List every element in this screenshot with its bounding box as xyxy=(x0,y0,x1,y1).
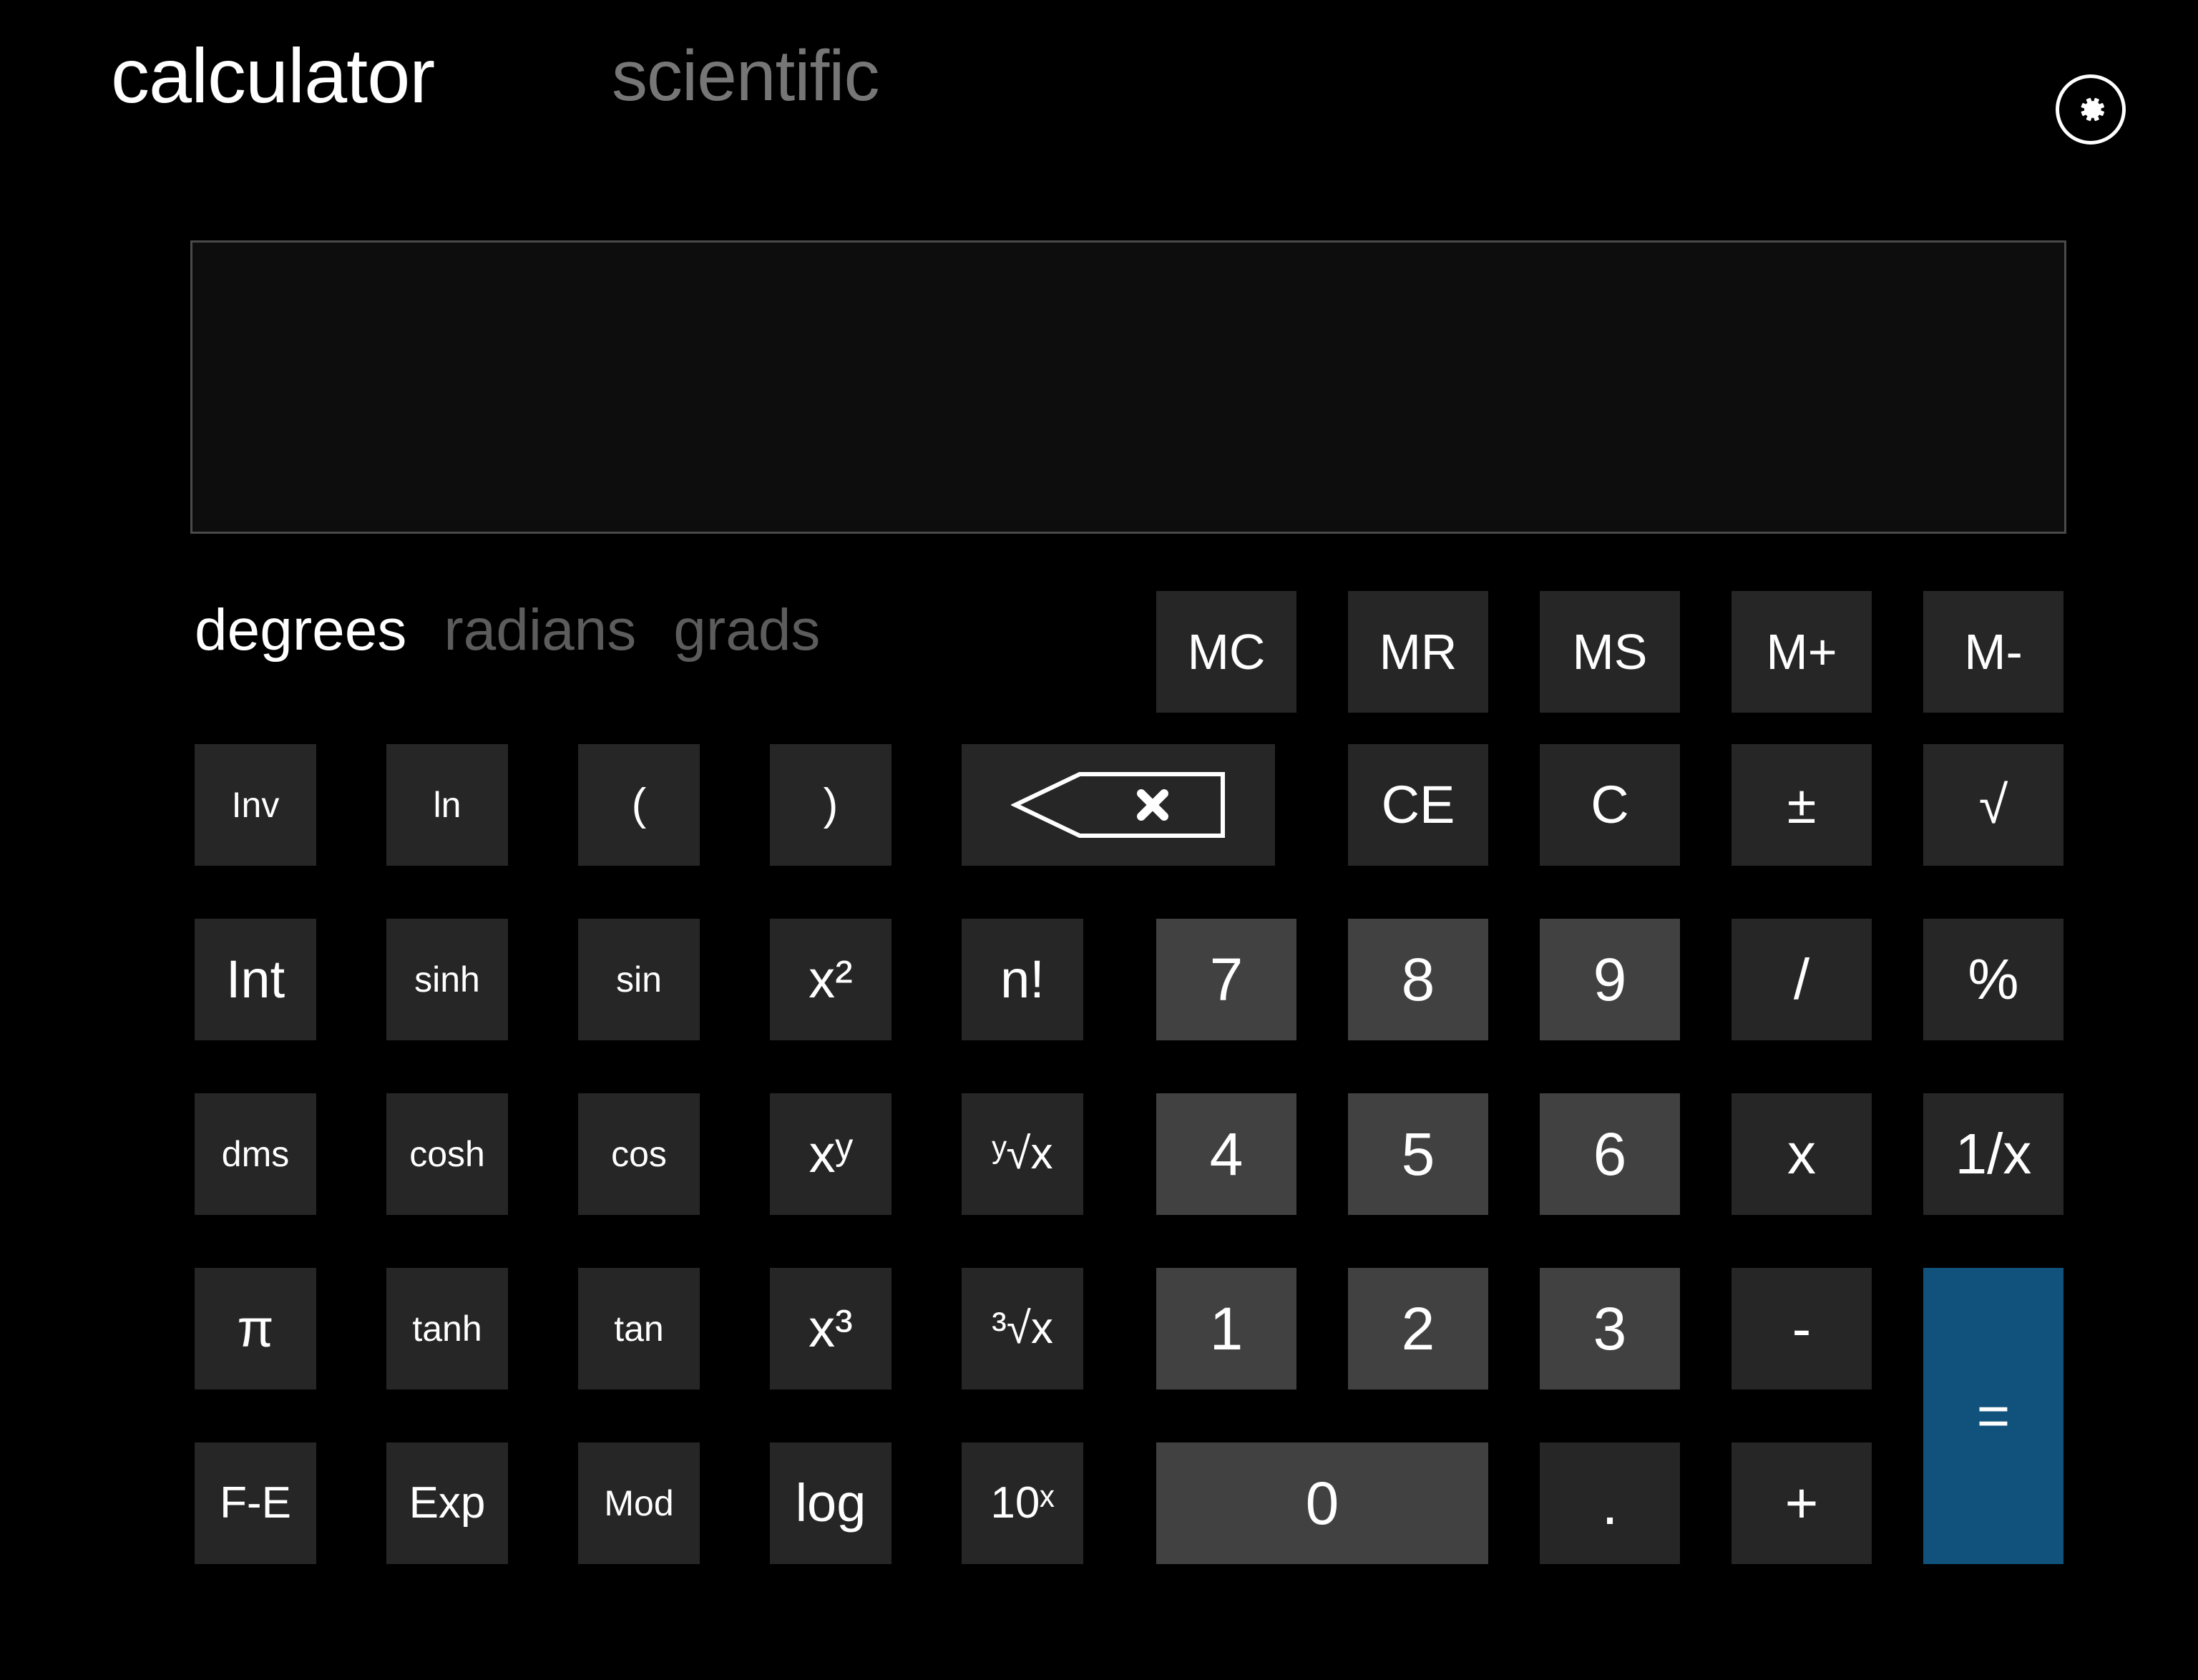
clear-entry-button[interactable]: CE xyxy=(1348,744,1488,866)
calculator-app: calculator scientific degrees radians gr… xyxy=(0,0,2198,1680)
app-header: calculator scientific xyxy=(0,0,2198,215)
digit-1-button[interactable]: 1 xyxy=(1156,1268,1296,1390)
mode-subtitle: scientific xyxy=(612,36,879,116)
equals-button[interactable]: = xyxy=(1923,1268,2063,1564)
multiply-button[interactable]: x xyxy=(1731,1093,1872,1215)
digit-3-button[interactable]: 3 xyxy=(1540,1268,1680,1390)
memory-subtract-button[interactable]: M- xyxy=(1923,591,2063,713)
integer-button[interactable]: Int xyxy=(195,919,316,1040)
digit-5-button[interactable]: 5 xyxy=(1348,1093,1488,1215)
memory-store-button[interactable]: MS xyxy=(1540,591,1680,713)
x-cubed-button[interactable]: x³ xyxy=(770,1268,892,1390)
x-squared-button[interactable]: x² xyxy=(770,919,892,1040)
plus-minus-button[interactable]: ± xyxy=(1731,744,1872,866)
y-root-x-button[interactable]: ʸ√x xyxy=(962,1093,1083,1215)
minus-button[interactable]: - xyxy=(1731,1268,1872,1390)
percent-button[interactable]: % xyxy=(1923,919,2063,1040)
pi-button[interactable]: π xyxy=(195,1268,316,1390)
dms-button[interactable]: dms xyxy=(195,1093,316,1215)
factorial-button[interactable]: n! xyxy=(962,919,1083,1040)
tan-button[interactable]: tan xyxy=(578,1268,700,1390)
ln-button[interactable]: ln xyxy=(386,744,508,866)
decimal-button[interactable]: . xyxy=(1540,1442,1680,1564)
exponent-button[interactable]: Exp xyxy=(386,1442,508,1564)
ten-power-x-button[interactable]: 10ˣ xyxy=(962,1442,1083,1564)
sin-button[interactable]: sin xyxy=(578,919,700,1040)
page-title: calculator xyxy=(111,32,435,119)
settings-button[interactable] xyxy=(2056,74,2126,145)
inverse-button[interactable]: Inv xyxy=(195,744,316,866)
memory-recall-button[interactable]: MR xyxy=(1348,591,1488,713)
angle-mode-grads[interactable]: grads xyxy=(673,601,820,660)
angle-mode-degrees[interactable]: degrees xyxy=(195,601,406,660)
tanh-button[interactable]: tanh xyxy=(386,1268,508,1390)
x-power-y-button[interactable]: xʸ xyxy=(770,1093,892,1215)
clear-button[interactable]: C xyxy=(1540,744,1680,866)
calculator-display[interactable] xyxy=(190,240,2066,534)
sinh-button[interactable]: sinh xyxy=(386,919,508,1040)
digit-7-button[interactable]: 7 xyxy=(1156,919,1296,1040)
memory-clear-button[interactable]: MC xyxy=(1156,591,1296,713)
modulo-button[interactable]: Mod xyxy=(578,1442,700,1564)
square-root-button[interactable]: √ xyxy=(1923,744,2063,866)
angle-mode-radians[interactable]: radians xyxy=(444,601,636,660)
digit-0-button[interactable]: 0 xyxy=(1156,1442,1488,1564)
plus-button[interactable]: + xyxy=(1731,1442,1872,1564)
cosh-button[interactable]: cosh xyxy=(386,1093,508,1215)
paren-open-button[interactable]: ( xyxy=(578,744,700,866)
cos-button[interactable]: cos xyxy=(578,1093,700,1215)
float-exp-toggle-button[interactable]: F-E xyxy=(195,1442,316,1564)
reciprocal-button[interactable]: 1/x xyxy=(1923,1093,2063,1215)
backspace-icon xyxy=(1011,771,1226,839)
keypad: degrees radians grads MC MR MS M+ M- Inv… xyxy=(195,591,2069,1628)
digit-2-button[interactable]: 2 xyxy=(1348,1268,1488,1390)
angle-mode-selector: degrees radians grads xyxy=(195,588,857,673)
gear-icon xyxy=(2072,91,2109,128)
digit-9-button[interactable]: 9 xyxy=(1540,919,1680,1040)
digit-4-button[interactable]: 4 xyxy=(1156,1093,1296,1215)
log-button[interactable]: log xyxy=(770,1442,892,1564)
paren-close-button[interactable]: ) xyxy=(770,744,892,866)
digit-8-button[interactable]: 8 xyxy=(1348,919,1488,1040)
backspace-button[interactable] xyxy=(962,744,1275,866)
digit-6-button[interactable]: 6 xyxy=(1540,1093,1680,1215)
cube-root-button[interactable]: ³√x xyxy=(962,1268,1083,1390)
divide-button[interactable]: / xyxy=(1731,919,1872,1040)
memory-add-button[interactable]: M+ xyxy=(1731,591,1872,713)
